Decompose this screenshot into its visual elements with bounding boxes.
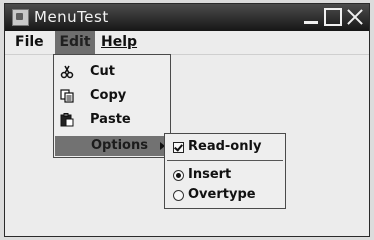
menu-separator (167, 160, 283, 161)
menu-item-read-only[interactable]: Read-only (165, 136, 285, 158)
read-only-label: Read-only (188, 139, 262, 154)
menu-item-options[interactable]: Options (55, 136, 169, 156)
menu-item-overtype[interactable]: Overtype (165, 184, 285, 206)
minimize-button[interactable] (302, 8, 320, 26)
menu-file[interactable]: File (11, 31, 48, 54)
insert-label: Insert (188, 167, 232, 182)
menu-item-cut[interactable]: Cut (54, 60, 170, 84)
paste-icon (60, 113, 74, 127)
menu-item-insert[interactable]: Insert (165, 164, 285, 186)
scissors-icon (60, 65, 74, 79)
cut-label: Cut (90, 64, 116, 79)
app-icon[interactable] (12, 9, 29, 26)
edit-menu-popup: Cut Copy Paste Options (53, 54, 171, 158)
options-label: Options (91, 138, 148, 153)
checkbox-checked-icon (173, 142, 184, 153)
copy-icon (60, 89, 74, 103)
overtype-label: Overtype (188, 187, 256, 202)
menu-bar: File Edit Help (5, 31, 369, 55)
options-submenu: Read-only Insert Overtype (164, 133, 286, 209)
close-button[interactable] (346, 8, 364, 26)
copy-label: Copy (90, 88, 127, 103)
title-bar[interactable]: MenuTest (5, 4, 369, 31)
menu-item-copy[interactable]: Copy (54, 84, 170, 108)
radio-selected-icon (173, 170, 184, 181)
menu-item-paste[interactable]: Paste (54, 108, 170, 132)
maximize-button[interactable] (324, 8, 342, 26)
paste-label: Paste (90, 112, 131, 127)
menu-help[interactable]: Help (97, 31, 141, 54)
window-title: MenuTest (34, 8, 109, 26)
menu-edit[interactable]: Edit (55, 31, 95, 54)
radio-unselected-icon (173, 190, 184, 201)
